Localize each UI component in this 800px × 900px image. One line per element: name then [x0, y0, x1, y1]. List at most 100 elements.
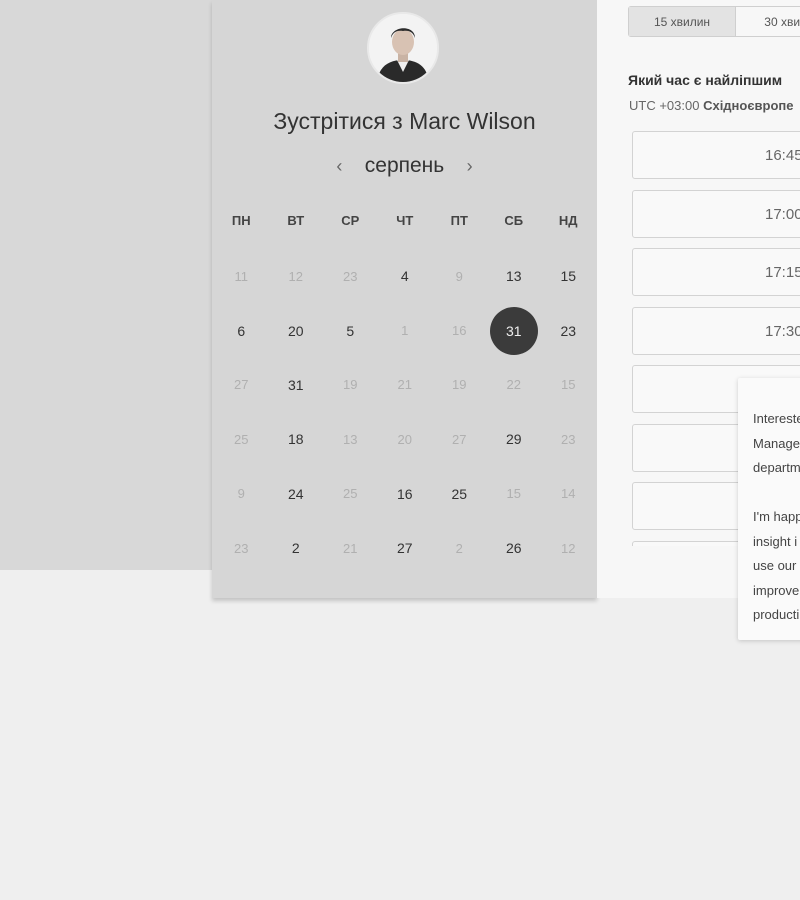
calendar-day-number: 19	[343, 377, 358, 393]
calendar-day[interactable]: 5	[323, 303, 378, 357]
calendar-day: 21	[323, 521, 378, 575]
calendar-week-row: 27 31 19 21 19 22 15	[214, 358, 597, 412]
popover-text-line: departm	[753, 460, 800, 475]
time-question-heading: Який час є найліпшим	[628, 72, 783, 88]
calendar-day-number: 12	[561, 540, 576, 556]
calendar-day: 21	[378, 358, 433, 412]
calendar-panel: Зустрітися з Marc Wilson ‹ серпень › ПН …	[212, 0, 597, 598]
tab-30-minutes[interactable]: 30 хвили	[736, 7, 800, 36]
calendar-week-row: 9 24 25 16 25 15 14	[214, 467, 597, 521]
calendar-day[interactable]: 18	[269, 412, 324, 466]
calendar-week-row: 25 18 13 20 27 29 23	[214, 412, 597, 466]
calendar-day[interactable]: 23	[541, 303, 596, 357]
calendar-day[interactable]: 20	[269, 303, 324, 357]
calendar-day-number: 15	[561, 377, 576, 393]
calendar-grid: 11 12 23 4 9 13 15 6 20 5 1 16 31 23 27 31 19 21 19 22 15 25 1…	[214, 249, 597, 575]
calendar-day-number: 11	[234, 268, 249, 284]
calendar-day-number: 27	[396, 540, 413, 557]
calendar-day[interactable]: 15	[541, 249, 596, 303]
weekday-label: СБ	[504, 213, 524, 228]
calendar-day-number: 25	[343, 486, 358, 502]
next-month-button[interactable]: ›	[461, 156, 479, 177]
calendar-day-number: 20	[397, 431, 412, 447]
calendar-day-number: 5	[346, 322, 355, 339]
timezone-label[interactable]: UTC +03:00 Східноєвропе	[629, 98, 794, 113]
current-month: серпень	[364, 154, 445, 177]
calendar-day-number: 23	[561, 431, 576, 447]
calendar-day[interactable]: 13	[487, 249, 542, 303]
weekday-label: СР	[341, 213, 360, 228]
calendar-day-number: 1	[401, 323, 409, 339]
calendar-day-number: 9	[455, 268, 463, 284]
calendar-day: 16	[432, 303, 487, 357]
meeting-title: Зустрітися з Marc Wilson	[273, 108, 536, 134]
calendar-day[interactable]: 16	[378, 467, 433, 521]
time-slot-button[interactable]: 17:30	[632, 306, 800, 355]
calendar-day[interactable]: 24	[269, 467, 324, 521]
calendar-day-number: 29	[505, 431, 522, 448]
calendar-day-number: 2	[291, 540, 300, 557]
calendar-day-number: 6	[237, 322, 246, 339]
calendar-day-number: 27	[234, 377, 249, 393]
calendar-day: 13	[323, 412, 378, 466]
calendar-day-number: 31	[287, 376, 304, 393]
time-slot-button[interactable]: 17:00	[632, 189, 800, 238]
weekday-header: ПН ВТ СР ЧТ ПТ СБ НД	[214, 213, 597, 228]
calendar-day: 19	[323, 358, 378, 412]
calendar-day[interactable]: 29	[487, 412, 542, 466]
calendar-day-number: 16	[396, 485, 413, 502]
calendar-day: 23	[541, 412, 596, 466]
time-slot-label: 17:15	[765, 264, 800, 281]
calendar-day[interactable]: 6	[214, 303, 269, 357]
time-slot-label: 17:30	[765, 322, 800, 340]
calendar-day: 20	[378, 412, 433, 466]
popover-text-line: Intereste	[753, 411, 800, 426]
calendar-day: 14	[541, 467, 596, 521]
calendar-day[interactable]: 25	[432, 467, 487, 521]
calendar-day-number: 15	[560, 268, 577, 285]
calendar-day-number: 14	[561, 486, 576, 502]
calendar-day-number: 13	[505, 268, 522, 285]
calendar-day: 12	[541, 521, 596, 575]
calendar-day[interactable]: 31	[269, 358, 324, 412]
calendar-week-row: 11 12 23 4 9 13 15	[214, 249, 597, 303]
calendar-day[interactable]: 27	[378, 521, 433, 575]
prev-month-button[interactable]: ‹	[330, 156, 348, 177]
calendar-day-number: 2	[455, 540, 463, 556]
host-avatar	[367, 12, 439, 84]
calendar-day[interactable]: 4	[378, 249, 433, 303]
month-navigation: ‹ серпень ›	[212, 154, 597, 178]
time-slot-button[interactable]: 16:45	[632, 131, 800, 179]
calendar-day: 22	[487, 358, 542, 412]
calendar-day-number: 26	[505, 540, 522, 557]
duration-tabs: 15 хвилин 30 хвили	[628, 6, 800, 37]
time-slot-label: 17:00	[765, 205, 800, 223]
calendar-day-number: 23	[234, 540, 249, 556]
left-panel	[0, 0, 212, 570]
calendar-day-number: 15	[506, 486, 521, 502]
calendar-day: 11	[214, 249, 269, 303]
weekday-label: НД	[558, 213, 578, 228]
calendar-week-row: 6 20 5 1 16 31 23	[214, 303, 597, 357]
calendar-day-selected[interactable]: 31	[487, 303, 542, 357]
calendar-day-number: 21	[343, 540, 358, 556]
calendar-day-number: 19	[452, 377, 467, 393]
calendar-day-number: 4	[400, 268, 409, 285]
calendar-day: 15	[541, 358, 596, 412]
timezone-name: Східноєвропе	[703, 98, 794, 113]
calendar-day: 27	[432, 412, 487, 466]
calendar-day-number: 18	[287, 431, 304, 448]
calendar-day-number: 25	[451, 485, 468, 502]
calendar-day[interactable]: 2	[269, 521, 324, 575]
tab-15-minutes[interactable]: 15 хвилин	[629, 7, 736, 36]
weekday-label: ПТ	[450, 213, 468, 228]
popover-text-line: Manage	[753, 435, 800, 451]
calendar-day-number: 23	[343, 268, 358, 284]
calendar-day-number: 25	[234, 431, 249, 447]
calendar-day-number: 9	[237, 486, 245, 502]
calendar-day: 23	[214, 521, 269, 575]
calendar-day[interactable]: 26	[487, 521, 542, 575]
time-slot-button[interactable]: 17:15	[632, 248, 800, 296]
calendar-day: 27	[214, 358, 269, 412]
calendar-day: 23	[323, 249, 378, 303]
